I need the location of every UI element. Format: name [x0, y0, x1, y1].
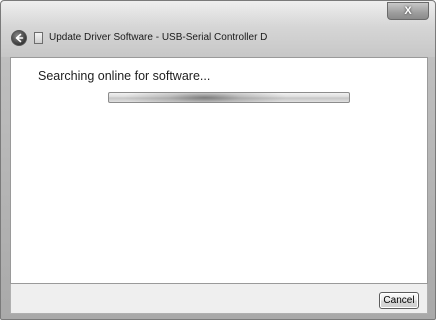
- status-heading: Searching online for software...: [38, 69, 211, 83]
- back-arrow-icon: [15, 33, 24, 43]
- back-button[interactable]: [11, 30, 27, 46]
- progress-bar: [108, 92, 350, 103]
- close-button[interactable]: X: [387, 2, 429, 20]
- cancel-button[interactable]: Cancel: [379, 292, 419, 309]
- close-icon: X: [404, 5, 412, 17]
- button-bar: Cancel: [10, 284, 428, 314]
- window-title: Update Driver Software - USB-Serial Cont…: [49, 32, 268, 43]
- progress-indicator: [109, 93, 349, 102]
- dialog-window: X Update Driver Software - USB-Serial Co…: [0, 0, 436, 320]
- content-panel: Searching online for software...: [10, 57, 428, 284]
- driver-icon: [34, 32, 43, 44]
- title-bar: X Update Driver Software - USB-Serial Co…: [1, 1, 435, 57]
